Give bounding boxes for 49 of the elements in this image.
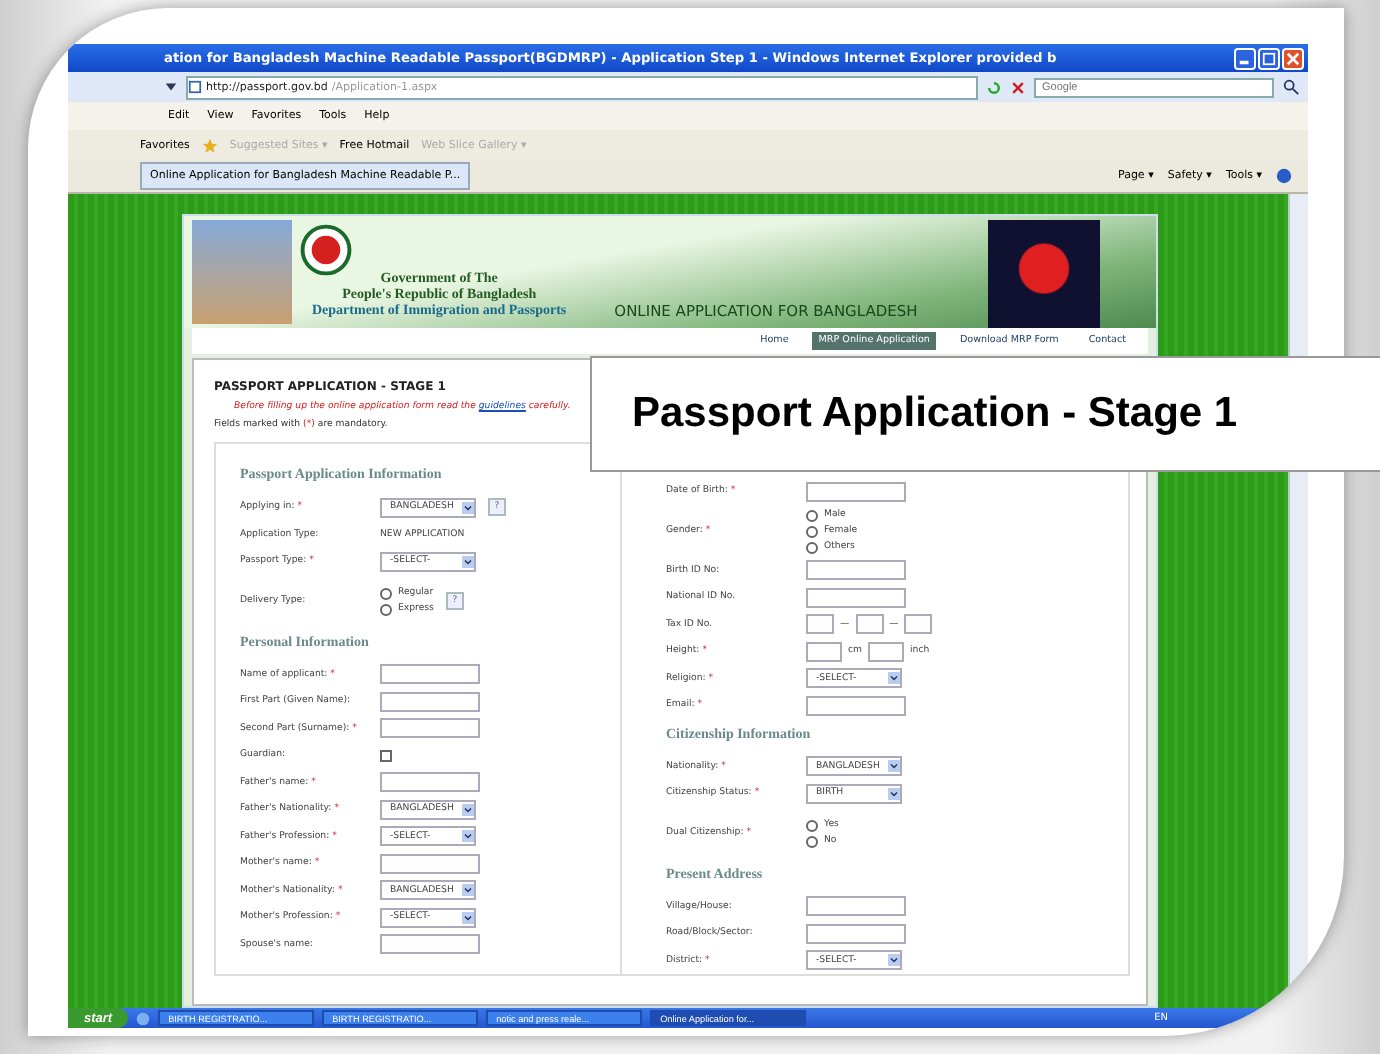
radio-button[interactable]	[806, 819, 818, 831]
maximize-icon	[1262, 51, 1276, 65]
photo-placeholder	[192, 220, 292, 324]
search-icon[interactable]	[1282, 78, 1300, 96]
radio-button[interactable]	[806, 509, 818, 521]
caret-icon	[462, 828, 474, 845]
close-icon	[1286, 51, 1300, 65]
radio-button[interactable]	[806, 525, 818, 537]
input-field[interactable]	[806, 587, 906, 608]
caret-icon	[888, 670, 900, 687]
stop-icon[interactable]	[1010, 79, 1026, 95]
radio-button[interactable]	[380, 587, 392, 599]
input-field[interactable]	[806, 695, 906, 716]
caret-icon	[462, 801, 474, 818]
input-field[interactable]	[904, 614, 933, 635]
photo-placeholder	[988, 220, 1100, 328]
input-field[interactable]	[380, 664, 480, 685]
input-field[interactable]	[868, 641, 905, 662]
input-field[interactable]	[806, 923, 906, 944]
caret-icon	[462, 882, 474, 899]
checkbox[interactable]	[380, 749, 392, 762]
input-field[interactable]	[380, 934, 480, 955]
input-field[interactable]	[806, 641, 842, 662]
radio-button[interactable]	[806, 541, 818, 553]
emblem-icon	[300, 224, 352, 276]
star-icon[interactable]	[201, 137, 218, 153]
minimize-button[interactable]	[1234, 47, 1256, 69]
refresh-icon[interactable]	[986, 79, 1002, 95]
page-icon	[188, 80, 202, 94]
caret-icon	[462, 499, 474, 516]
input-field[interactable]	[806, 614, 834, 635]
input-field[interactable]	[806, 560, 906, 581]
radio-button[interactable]	[380, 603, 392, 615]
radio-button[interactable]	[806, 835, 818, 847]
close-button[interactable]	[1282, 47, 1304, 69]
input-field[interactable]	[806, 896, 906, 917]
maximize-button[interactable]	[1258, 47, 1280, 69]
input-field[interactable]	[380, 691, 480, 712]
caret-icon	[888, 952, 900, 969]
input-field[interactable]	[380, 772, 480, 793]
input-field[interactable]	[380, 853, 480, 874]
caret-icon	[462, 909, 474, 926]
caret-icon	[462, 553, 474, 570]
input-field[interactable]	[855, 614, 884, 635]
caret-icon	[888, 758, 900, 775]
input-field[interactable]	[806, 481, 906, 502]
callout-title: Passport Application - Stage 1	[632, 390, 1238, 438]
input-field[interactable]	[380, 718, 480, 739]
caret-icon	[888, 785, 900, 802]
